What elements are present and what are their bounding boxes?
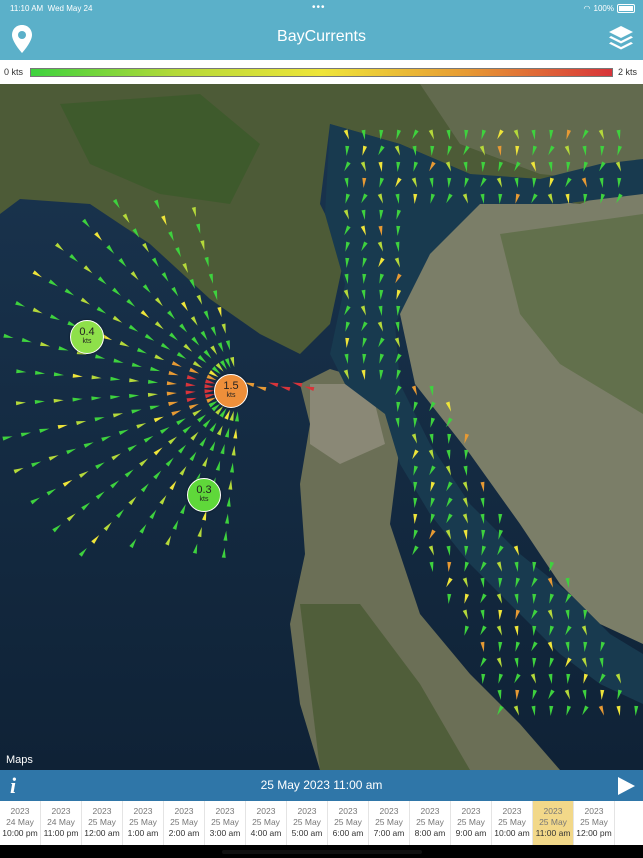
- time-slot-year: 2023: [379, 806, 399, 816]
- bubble-value: 0.3: [196, 484, 212, 496]
- home-indicator: [222, 850, 422, 854]
- layers-button[interactable]: [607, 24, 635, 52]
- time-slot[interactable]: 2023 25 May 6:00 am: [328, 801, 369, 845]
- time-slot-time: 2:00 am: [168, 828, 200, 838]
- time-slot-year: 2023: [420, 806, 440, 816]
- time-slot-time: 12:00 am: [84, 828, 120, 838]
- legend-max-label: 2 kts: [617, 67, 637, 77]
- multitasking-dots[interactable]: •••: [312, 2, 326, 13]
- time-slot-time: 4:00 am: [250, 828, 282, 838]
- current-speed-bubble[interactable]: 1.5 kts: [214, 374, 248, 408]
- time-slot-year: 2023: [10, 806, 30, 816]
- time-slot-time: 7:00 am: [373, 828, 405, 838]
- status-time: 11:10 AM Wed May 24: [10, 3, 93, 13]
- time-slot-date: 25 May: [293, 817, 321, 827]
- bubble-unit: kts: [226, 392, 236, 399]
- time-slot-time: 8:00 am: [414, 828, 446, 838]
- play-icon[interactable]: [618, 777, 635, 795]
- time-slot-year: 2023: [256, 806, 276, 816]
- time-slot-year: 2023: [51, 806, 71, 816]
- time-slot-year: 2023: [461, 806, 481, 816]
- time-slot-time: 9:00 am: [455, 828, 487, 838]
- time-slot-date: 25 May: [252, 817, 280, 827]
- time-slot-date: 25 May: [416, 817, 444, 827]
- current-speed-bubble[interactable]: 0.4 kts: [70, 320, 104, 354]
- time-slot[interactable]: 2023 25 May 1:00 am: [123, 801, 164, 845]
- time-slot-year: 2023: [584, 806, 604, 816]
- time-slot-date: 25 May: [375, 817, 403, 827]
- time-slot-time: 6:00 am: [332, 828, 364, 838]
- time-slot-date: 25 May: [580, 817, 608, 827]
- bubble-value: 1.5: [223, 380, 239, 392]
- current-speed-bubble[interactable]: 0.3 kts: [187, 478, 221, 512]
- time-slot[interactable]: 2023 25 May 11:00 am: [533, 801, 574, 845]
- time-slot[interactable]: 2023 25 May 7:00 am: [369, 801, 410, 845]
- time-slot[interactable]: 2023 25 May 4:00 am: [246, 801, 287, 845]
- current-datetime: 25 May 2023 11:00 am: [260, 778, 383, 792]
- time-slot-time: 10:00 am: [494, 828, 530, 838]
- battery-percent: 100%: [593, 3, 614, 13]
- wifi-icon: ◠: [583, 3, 591, 13]
- satellite-map[interactable]: 0.4 kts 1.5 kts 0.3 kts: [0, 84, 643, 770]
- time-slot-year: 2023: [297, 806, 317, 816]
- nav-bar: BayCurrents: [0, 16, 643, 60]
- time-slot[interactable]: 2023 25 May 2:00 am: [164, 801, 205, 845]
- time-slot-year: 2023: [174, 806, 194, 816]
- time-slot-date: 24 May: [47, 817, 75, 827]
- map-canvas[interactable]: [0, 84, 643, 770]
- time-slot-year: 2023: [543, 806, 563, 816]
- maps-attribution: Maps: [6, 754, 33, 766]
- time-slot-time: 11:00 pm: [43, 828, 79, 838]
- time-slot[interactable]: 2023 25 May 5:00 am: [287, 801, 328, 845]
- time-slot[interactable]: 2023 25 May 3:00 am: [205, 801, 246, 845]
- time-slot-year: 2023: [215, 806, 235, 816]
- time-slot-date: 25 May: [211, 817, 239, 827]
- time-slot-time: 10:00 pm: [2, 828, 38, 838]
- time-slot-date: 25 May: [129, 817, 157, 827]
- bubble-unit: kts: [199, 496, 209, 503]
- timeline-header: i 25 May 2023 11:00 am: [0, 770, 643, 801]
- time-slot-date: 25 May: [170, 817, 198, 827]
- time-slot-time: 5:00 am: [291, 828, 323, 838]
- time-slot-strip[interactable]: 2023 24 May 10:00 pm 2023 24 May 11:00 pm 2023…: [0, 801, 643, 845]
- time-slot-time: 11:00 am: [535, 828, 571, 838]
- time-slot-date: 25 May: [498, 817, 526, 827]
- time-slot[interactable]: 2023 25 May 12:00 am: [82, 801, 123, 845]
- time-slot-date: 25 May: [88, 817, 116, 827]
- bubble-value: 0.4: [79, 326, 95, 338]
- time-slot-time: 12:00 pm: [576, 828, 612, 838]
- status-right: ◠ 100%: [583, 3, 635, 13]
- time-slot-date: 25 May: [334, 817, 362, 827]
- time-slot[interactable]: 2023 25 May 8:00 am: [410, 801, 451, 845]
- legend-gradient-bar: [30, 68, 613, 77]
- time-slot-date: 25 May: [457, 817, 485, 827]
- time-slot[interactable]: 2023 24 May 10:00 pm: [0, 801, 41, 845]
- time-slot-time: 3:00 am: [209, 828, 241, 838]
- time-slot[interactable]: 2023 25 May 12:00 pm: [574, 801, 615, 845]
- time-slot-year: 2023: [502, 806, 522, 816]
- app-title: BayCurrents: [277, 28, 366, 45]
- time-slot-date: 24 May: [6, 817, 34, 827]
- status-bar: 11:10 AM Wed May 24 ••• ◠ 100%: [0, 0, 643, 16]
- legend-min-label: 0 kts: [4, 67, 24, 77]
- time-slot-year: 2023: [92, 806, 112, 816]
- speed-legend: 0 kts 2 kts: [0, 60, 643, 84]
- time-slot[interactable]: 2023 25 May 10:00 am: [492, 801, 533, 845]
- time-slot-year: 2023: [338, 806, 358, 816]
- time-slot[interactable]: 2023 24 May 11:00 pm: [41, 801, 82, 845]
- time-slot[interactable]: 2023 25 May 9:00 am: [451, 801, 492, 845]
- time-slot-date: 25 May: [539, 817, 567, 827]
- bubble-unit: kts: [82, 338, 92, 345]
- time-slot-time: 1:00 am: [127, 828, 159, 838]
- layers-icon: [609, 26, 633, 50]
- time-slot-year: 2023: [133, 806, 153, 816]
- battery-icon: [617, 3, 635, 13]
